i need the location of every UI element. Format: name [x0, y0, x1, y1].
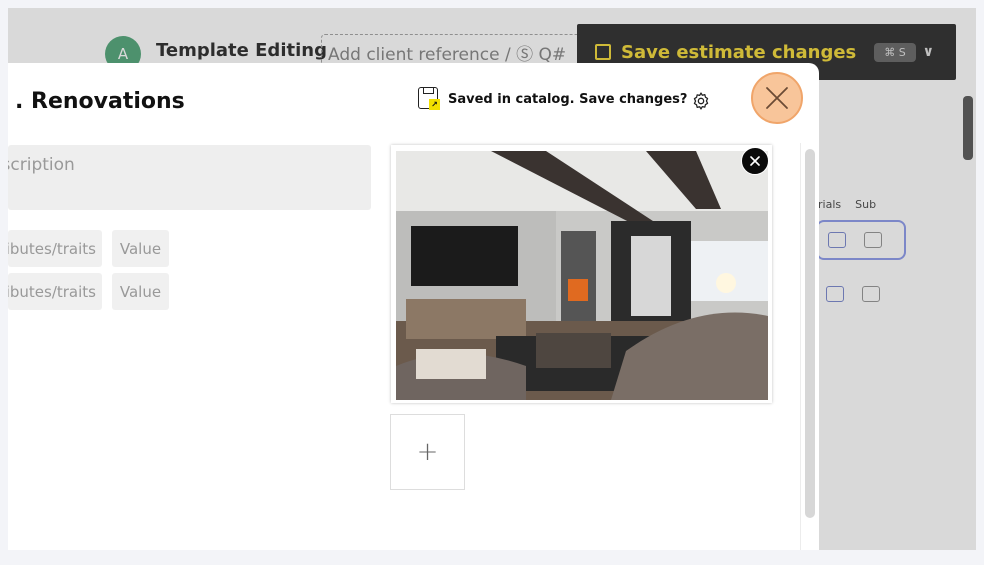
image-card — [391, 145, 772, 403]
plus-icon: + — [416, 437, 439, 467]
attribute-row: Attributes/traits Value — [8, 273, 169, 310]
gear-icon[interactable] — [691, 91, 711, 111]
close-icon — [750, 156, 760, 166]
attribute-value-input[interactable]: Value — [112, 230, 169, 267]
add-image-button[interactable]: + — [390, 414, 465, 490]
divider — [800, 143, 801, 550]
attribute-name-input[interactable]: Attributes/traits — [8, 273, 102, 310]
saved-status[interactable]: ↗ Saved in catalog. Save changes? — [418, 87, 687, 111]
close-modal-button[interactable] — [751, 72, 803, 124]
description-placeholder: Description — [8, 155, 75, 175]
close-icon — [766, 87, 788, 109]
description-input[interactable]: Description — [8, 145, 371, 210]
modal-title: . Renovations — [15, 89, 185, 114]
living-room-photo — [396, 151, 768, 400]
saved-status-label: Saved in catalog. Save changes? — [448, 91, 688, 107]
attribute-value-input[interactable]: Value — [112, 273, 169, 310]
attribute-row: Attributes/traits Value — [8, 230, 169, 267]
save-doc-icon: ↗ — [418, 87, 440, 111]
modal-scrollbar[interactable] — [805, 149, 815, 518]
item-edit-modal: . Renovations ↗ Saved in catalog. Save c… — [8, 63, 819, 550]
attribute-name-input[interactable]: Attributes/traits — [8, 230, 102, 267]
remove-image-button[interactable] — [741, 147, 769, 175]
